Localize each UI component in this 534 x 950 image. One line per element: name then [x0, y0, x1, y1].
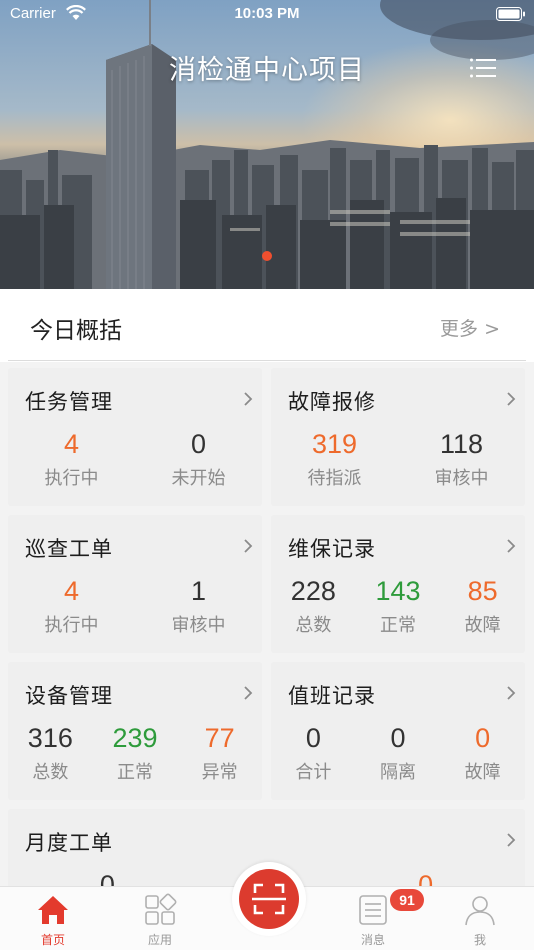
- user-icon: [465, 896, 495, 926]
- stat-label: 未开始: [171, 468, 226, 489]
- stat-label: 执行中: [44, 468, 99, 489]
- city-skyline-image: [0, 0, 534, 289]
- card-title: 任务管理: [25, 390, 113, 414]
- stat-value: 239: [112, 723, 158, 753]
- card-title: 巡查工单: [25, 537, 113, 561]
- message-badge: 91: [390, 889, 424, 911]
- stat-label: 故障: [464, 615, 501, 636]
- tab-label: 我: [473, 933, 486, 947]
- stat-value: 143: [375, 576, 421, 606]
- tab-me[interactable]: 我: [435, 887, 525, 950]
- stat-in-progress[interactable]: 4 执行中: [8, 428, 135, 490]
- scan-button-inner: [239, 869, 299, 929]
- stat-value: 0: [190, 429, 207, 459]
- stat-label: 异常: [201, 762, 238, 783]
- card-task-management[interactable]: 任务管理 4 执行中 0 未开始: [8, 368, 262, 506]
- stat-value: 0: [99, 870, 115, 886]
- chevron-right-icon: [507, 539, 516, 553]
- stat-label: 审核中: [171, 615, 226, 636]
- stat-value: 85: [467, 576, 498, 606]
- stat-normal[interactable]: 143 正常: [356, 575, 441, 637]
- stat-value: 1: [190, 576, 207, 606]
- battery-icon: [496, 7, 525, 21]
- chevron-right-icon: [507, 392, 516, 406]
- stat-under-review[interactable]: 118 审核中: [398, 428, 525, 490]
- stat-not-started[interactable]: 0 未开始: [135, 428, 262, 490]
- stat-label: 总数: [295, 615, 332, 636]
- chevron-right-icon: [244, 539, 253, 553]
- stat-value: 0: [390, 723, 406, 753]
- stat-label: 正常: [117, 762, 153, 783]
- scan-icon: [252, 883, 286, 915]
- stat-value-right[interactable]: 0: [326, 869, 525, 886]
- card-title: 故障报修: [288, 390, 376, 414]
- stat-normal[interactable]: 239 正常: [93, 722, 178, 784]
- carousel-indicator[interactable]: [262, 251, 272, 261]
- stat-value: 4: [63, 576, 80, 606]
- chevron-right-icon: [507, 833, 516, 847]
- card-patrol-orders[interactable]: 巡查工单 4 执行中 1 审核中: [8, 515, 262, 653]
- stat-value: 316: [27, 723, 73, 753]
- stat-label: 执行中: [44, 615, 99, 636]
- summary-title: 今日概括: [30, 318, 122, 344]
- more-link[interactable]: 更多 >: [440, 314, 500, 341]
- card-duty-records[interactable]: 值班记录 0 合计 0 隔离 0 故障: [271, 662, 525, 800]
- stat-fault[interactable]: 0 故障: [440, 722, 525, 784]
- card-device-management[interactable]: 设备管理 316 总数 239 正常 77 异常: [8, 662, 262, 800]
- stat-in-progress[interactable]: 4 执行中: [8, 575, 135, 637]
- card-maintenance-records[interactable]: 维保记录 228 总数 143 正常 85 故障: [271, 515, 525, 653]
- tab-label: 应用: [147, 933, 172, 947]
- home-icon: [38, 896, 68, 924]
- stat-value: 319: [311, 429, 358, 459]
- stat-pending-assign[interactable]: 319 待指派: [271, 428, 398, 490]
- stat-label: 隔离: [380, 762, 416, 783]
- stat-label: 故障: [464, 762, 501, 783]
- menu-icon[interactable]: [470, 58, 496, 78]
- stat-label: 审核中: [434, 468, 489, 489]
- chevron-right-icon: [507, 686, 516, 700]
- status-bar: Carrier 10:03 PM: [0, 0, 534, 30]
- project-title: 消检通中心项目: [169, 55, 365, 86]
- card-title: 维保记录: [288, 537, 376, 561]
- stat-total[interactable]: 228 总数: [271, 575, 356, 637]
- stat-value: 77: [204, 723, 235, 753]
- stat-value: 0: [475, 723, 491, 753]
- tab-label: 首页: [40, 933, 65, 947]
- chevron-right-icon: [244, 392, 253, 406]
- stat-label: 总数: [32, 762, 69, 783]
- tab-apps[interactable]: 应用: [115, 887, 205, 950]
- stat-value: 0: [418, 870, 434, 886]
- tab-label: 消息: [360, 933, 385, 947]
- stat-label: 合计: [295, 762, 332, 783]
- stat-value: 228: [290, 576, 336, 606]
- status-time: 10:03 PM: [234, 5, 300, 22]
- card-title: 月度工单: [25, 831, 113, 855]
- message-list-icon: [359, 895, 387, 925]
- apps-grid-icon: [145, 893, 177, 925]
- stat-label: 待指派: [307, 468, 362, 489]
- stat-isolated[interactable]: 0 隔离: [356, 722, 441, 784]
- stat-value: 118: [439, 429, 484, 459]
- card-title: 设备管理: [25, 684, 113, 708]
- tab-home[interactable]: 首页: [8, 887, 98, 950]
- stat-value-left[interactable]: 0: [8, 869, 207, 886]
- card-fault-repair[interactable]: 故障报修 319 待指派 118 审核中: [271, 368, 525, 506]
- summary-header: 今日概括 更多 >: [8, 289, 526, 361]
- stat-under-review[interactable]: 1 审核中: [135, 575, 262, 637]
- chevron-right-icon: [244, 686, 253, 700]
- stat-value: 4: [63, 429, 80, 459]
- card-title: 值班记录: [288, 684, 376, 708]
- hero-banner[interactable]: Carrier 10:03 PM 消检通中心项目: [0, 0, 534, 289]
- scan-button[interactable]: [232, 862, 306, 936]
- stat-label: 正常: [380, 615, 416, 636]
- stat-abnormal[interactable]: 77 异常: [177, 722, 262, 784]
- stat-total[interactable]: 316 总数: [8, 722, 93, 784]
- stat-sum[interactable]: 0 合计: [271, 722, 356, 784]
- stat-value: 0: [305, 723, 321, 753]
- stat-fault[interactable]: 85 故障: [440, 575, 525, 637]
- dashboard-cards: 任务管理 4 执行中 0 未开始 故障报修 319 待指派 118 审核中 巡查…: [0, 362, 534, 886]
